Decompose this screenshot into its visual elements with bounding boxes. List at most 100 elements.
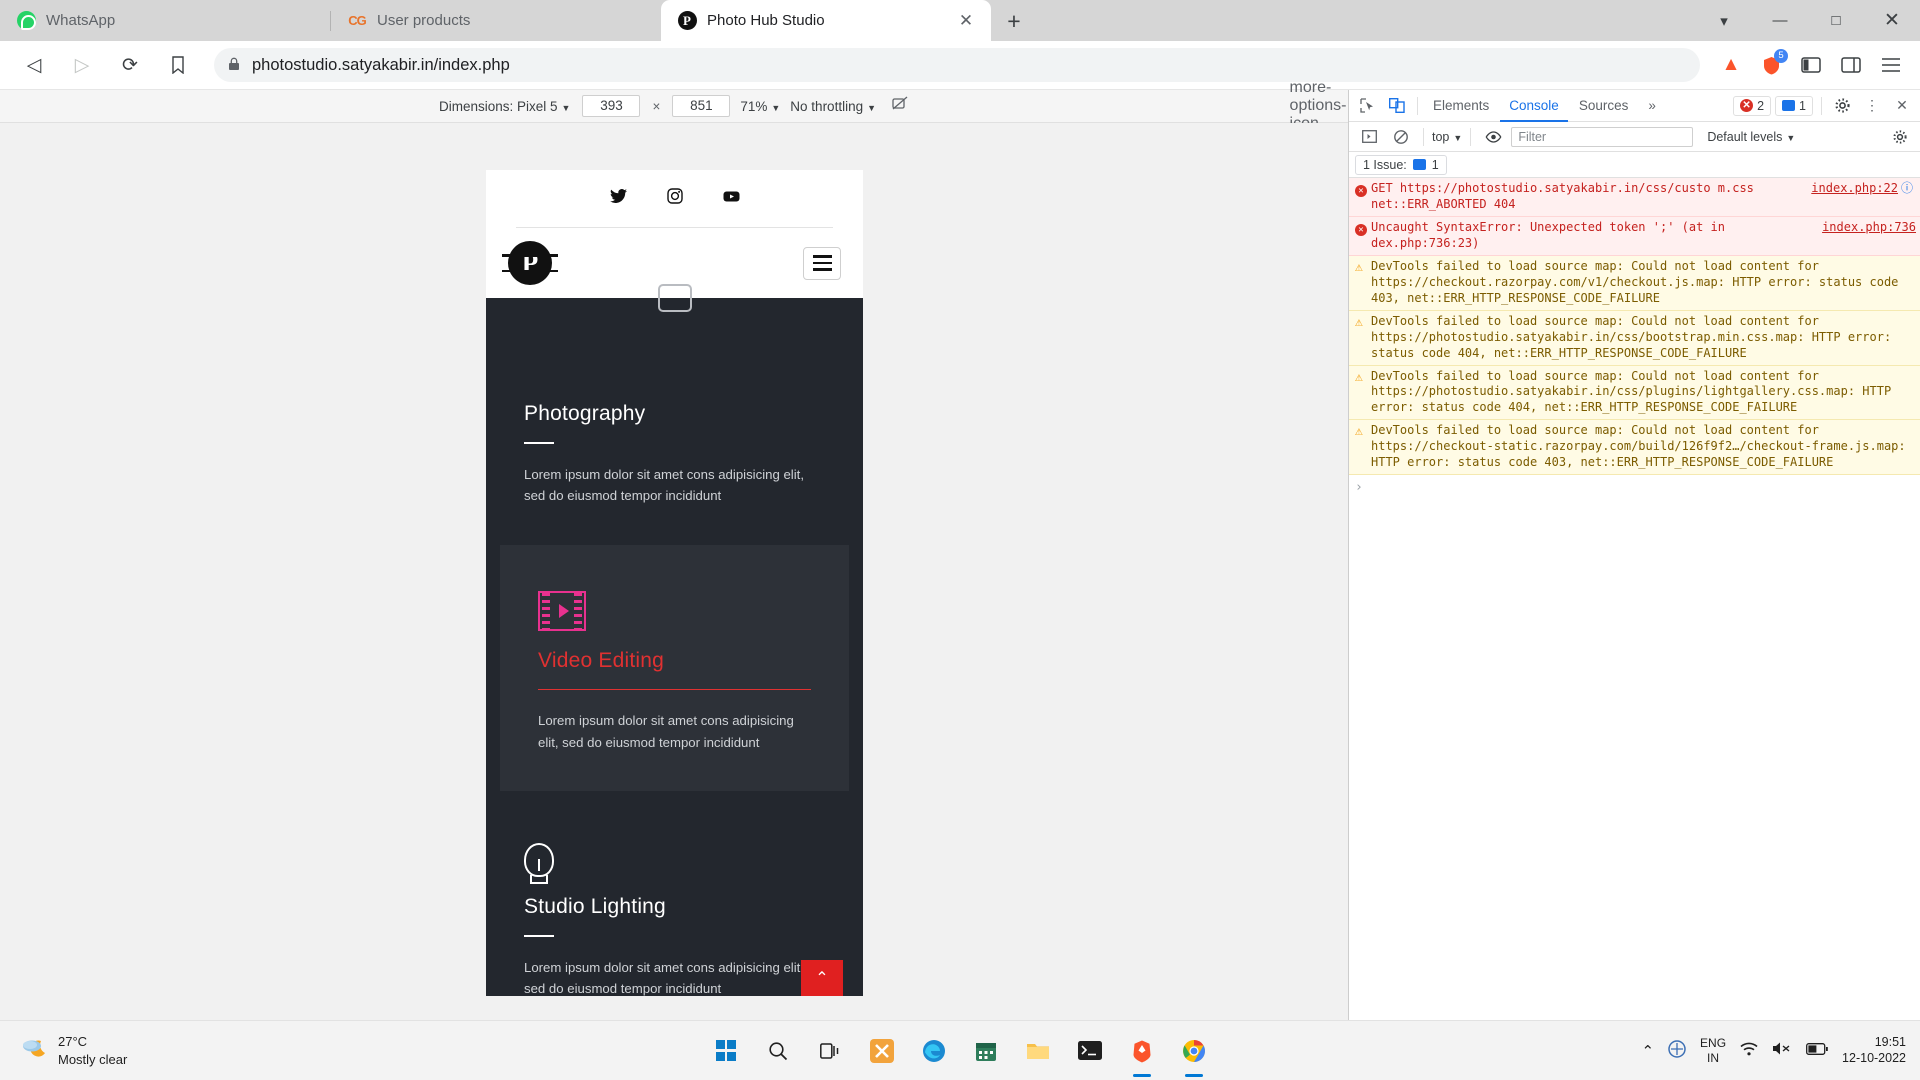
width-input[interactable]: 393 [582, 95, 641, 117]
tab-photo-hub-studio[interactable]: P Photo Hub Studio ✕ [661, 0, 991, 41]
search-icon[interactable] [756, 1029, 800, 1073]
close-icon[interactable]: ✕ [1888, 93, 1916, 119]
tab-whatsapp[interactable]: WhatsApp [0, 0, 330, 41]
message-text: DevTools failed to load source map: Coul… [1371, 258, 1899, 305]
toggle-device-toolbar-icon[interactable] [1383, 93, 1411, 119]
console-sidebar-icon[interactable] [1355, 124, 1383, 150]
brave-lion-icon[interactable]: ▲ [1712, 46, 1750, 84]
window-close-button[interactable]: ✕ [1864, 0, 1920, 41]
tab-console[interactable]: Console [1500, 90, 1568, 122]
log-levels-select[interactable]: Default levels ▼ [1707, 130, 1795, 144]
issue-count: 1 [1431, 157, 1439, 172]
window-controls: ▾ — □ ✕ [1696, 0, 1920, 41]
file-explorer-icon[interactable] [1016, 1029, 1060, 1073]
weather-temperature: 27°C [58, 1033, 88, 1049]
issue-chip[interactable]: 1 Issue: 1 [1355, 154, 1447, 175]
zoom-select[interactable]: 71% ▼ [740, 99, 780, 114]
dimensions-select[interactable]: Dimensions: Pixel 5 ▼ [439, 99, 570, 114]
console-message[interactable]: ✕ Uncaught SyntaxError: Unexpected token… [1349, 216, 1920, 256]
language-indicator[interactable]: ENG IN [1700, 1036, 1726, 1066]
wifi-icon[interactable] [1740, 1042, 1758, 1060]
chevron-down-icon: ▼ [1786, 132, 1796, 143]
viewport-canvas: P Photography Lorem ipsum dolor sit amet… [0, 123, 1348, 1020]
message-source[interactable]: index.php:22 [1805, 181, 1898, 213]
hamburger-menu-icon[interactable] [1872, 46, 1910, 84]
app-icon-orange[interactable] [860, 1029, 904, 1073]
volume-muted-icon[interactable] [1772, 1041, 1792, 1060]
clock[interactable]: 19:51 12-10-2022 [1842, 1035, 1906, 1066]
tab-sources[interactable]: Sources [1570, 90, 1638, 122]
throttling-select[interactable]: No throttling ▼ [790, 99, 876, 114]
site-logo[interactable]: P [502, 241, 558, 285]
error-count-badge[interactable]: ✕ 2 [1733, 95, 1772, 116]
context-select[interactable]: top ▼ [1432, 130, 1462, 144]
message-text: DevTools failed to load source map: Coul… [1371, 368, 1892, 415]
warning-icon: ⚠ [1355, 314, 1363, 330]
warning-icon: ⚠ [1355, 369, 1363, 385]
back-to-top-button[interactable]: ⌃ [801, 960, 843, 996]
forward-button[interactable]: ▷ [62, 45, 102, 85]
message-count-badge[interactable]: 1 [1775, 95, 1813, 116]
gear-icon[interactable] [1828, 93, 1856, 119]
console-message[interactable]: ⚠ DevTools failed to load source map: Co… [1349, 365, 1920, 421]
instagram-icon[interactable] [666, 188, 683, 209]
show-hidden-icons-icon[interactable]: ⌃ [1641, 1042, 1654, 1060]
tab-search-icon[interactable]: ▾ [1696, 0, 1752, 41]
inspect-element-icon[interactable] [1353, 93, 1381, 119]
device-more-options-icon[interactable]: more-options-icon [1290, 79, 1347, 132]
console-settings-icon[interactable] [1886, 124, 1914, 150]
filter-input[interactable]: Filter [1511, 126, 1694, 147]
system-tray: ⌃ ENG IN 19:51 12-10-2022 [1641, 1035, 1906, 1066]
clear-console-icon[interactable] [1387, 124, 1415, 150]
issues-bar: 1 Issue: 1 [1349, 152, 1920, 178]
tab-user-products[interactable]: CG User products [331, 0, 661, 41]
more-options-icon[interactable]: ⋮ [1858, 93, 1886, 119]
device-emulation-toolbar: Dimensions: Pixel 5 ▼ 393 × 851 71% ▼ No t… [0, 79, 1348, 132]
issue-label: 1 Issue: [1363, 157, 1407, 172]
brave-shields-icon[interactable]: 5 [1752, 46, 1790, 84]
battery-icon[interactable] [1806, 1042, 1828, 1059]
close-icon[interactable]: ✕ [955, 10, 977, 32]
twitter-icon[interactable] [609, 189, 627, 208]
message-source[interactable]: index.php:736 [1816, 220, 1916, 252]
split-view-icon[interactable] [1792, 46, 1830, 84]
terminal-icon[interactable] [1068, 1029, 1112, 1073]
brave-icon[interactable] [1120, 1029, 1164, 1073]
calendar-icon[interactable] [964, 1029, 1008, 1073]
console-message[interactable]: ⚠ DevTools failed to load source map: Co… [1349, 310, 1920, 366]
more-tabs-icon[interactable]: » [1639, 90, 1665, 122]
back-button[interactable]: ◁ [14, 45, 54, 85]
chevron-down-icon: ▼ [771, 102, 781, 113]
chrome-icon[interactable] [1172, 1029, 1216, 1073]
rotate-icon[interactable] [892, 95, 909, 117]
mobile-menu-button[interactable] [803, 246, 841, 280]
start-button[interactable] [704, 1029, 748, 1073]
network-request-icon[interactable]: ⓘ [1898, 181, 1916, 213]
sidebar-toggle-icon[interactable] [1832, 46, 1870, 84]
address-bar[interactable]: photostudio.satyakabir.in/index.php [214, 48, 1700, 82]
service-card-photography[interactable]: Photography Lorem ipsum dolor sit amet c… [486, 284, 863, 545]
task-view-icon[interactable] [808, 1029, 852, 1073]
console-output[interactable]: ✕ GET https://photostudio.satyakabir.in/… [1349, 178, 1920, 1020]
minimize-button[interactable]: — [1752, 0, 1808, 41]
console-prompt[interactable]: › [1349, 475, 1920, 500]
maximize-button[interactable]: □ [1808, 0, 1864, 41]
bookmark-icon[interactable] [158, 45, 198, 85]
new-tab-button[interactable]: + [997, 4, 1031, 38]
weather-widget[interactable]: 27°C Mostly clear [0, 1033, 127, 1068]
height-input[interactable]: 851 [672, 95, 731, 117]
tab-elements[interactable]: Elements [1424, 90, 1498, 122]
title-underline [524, 442, 554, 444]
youtube-icon[interactable] [723, 190, 740, 208]
tray-app-icon[interactable] [1668, 1039, 1686, 1062]
reload-button[interactable]: ⟳ [110, 45, 150, 85]
service-title: Photography [524, 402, 646, 425]
service-card-video-editing[interactable]: Video Editing Lorem ipsum dolor sit amet… [500, 544, 849, 791]
edge-icon[interactable] [912, 1029, 956, 1073]
live-expression-icon[interactable] [1479, 124, 1507, 150]
console-message[interactable]: ⚠ DevTools failed to load source map: Co… [1349, 255, 1920, 311]
console-message[interactable]: ⚠ DevTools failed to load source map: Co… [1349, 420, 1920, 476]
tab-title: User products [377, 12, 471, 29]
film-strip-icon [538, 579, 811, 631]
console-message[interactable]: ✕ GET https://photostudio.satyakabir.in/… [1349, 178, 1920, 217]
